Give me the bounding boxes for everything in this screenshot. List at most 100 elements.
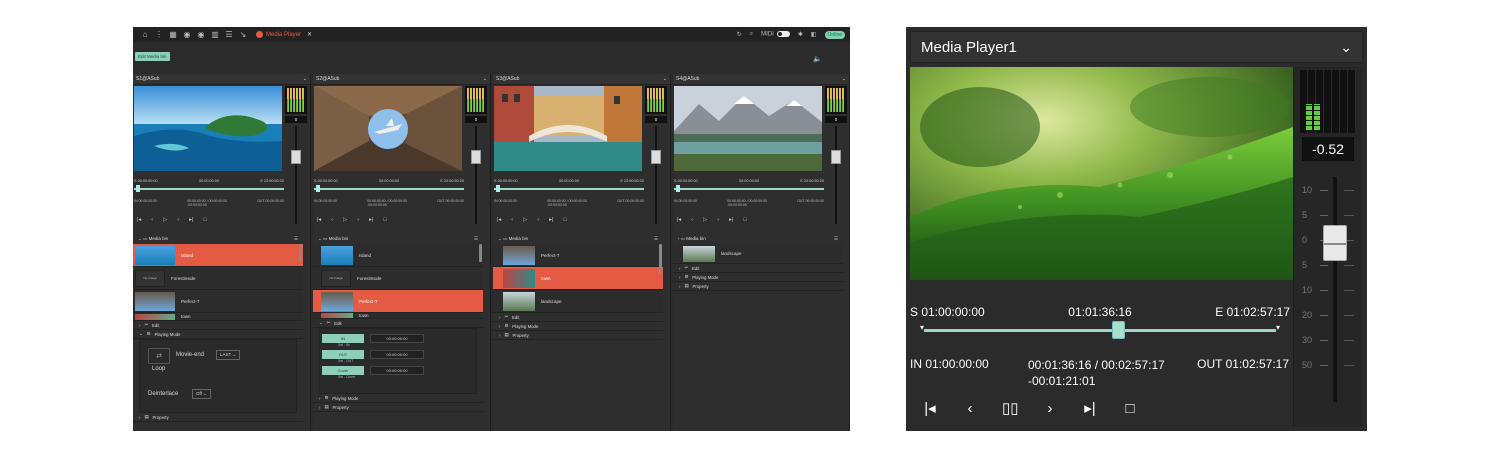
- seek-handle[interactable]: [496, 185, 500, 192]
- list-item[interactable]: Island: [133, 244, 303, 267]
- skip-start-icon[interactable]: |◂: [922, 399, 938, 417]
- step-forward-icon[interactable]: ›: [1042, 400, 1058, 417]
- media-bin-header[interactable]: ⌄ ▭ Media bin ☰: [493, 234, 663, 243]
- seek-slider[interactable]: [314, 185, 464, 192]
- media-bin-header[interactable]: ⌄ ▭ Media bin ☰: [133, 234, 303, 243]
- menu-icon[interactable]: ☰: [294, 236, 298, 242]
- pause-icon[interactable]: ▯▯: [1002, 399, 1019, 417]
- skip-end-icon[interactable]: ▸|: [729, 217, 733, 223]
- skip-end-icon[interactable]: ▸|: [1082, 399, 1098, 417]
- step-back-icon[interactable]: ‹: [962, 400, 978, 417]
- search-icon[interactable]: ⌕: [750, 31, 753, 38]
- list-icon[interactable]: ☰: [222, 27, 236, 42]
- menu-icon[interactable]: ☰: [474, 236, 478, 242]
- close-icon[interactable]: ✕: [307, 31, 312, 38]
- fader-knob[interactable]: [831, 150, 841, 164]
- source-select[interactable]: S3@ASub ⌄: [493, 74, 670, 85]
- list-item[interactable]: Perfect-T: [313, 290, 483, 313]
- list-item[interactable]: No Image Forestinside: [133, 267, 303, 290]
- out-timecode-field[interactable]: 00:00:00:00: [370, 350, 424, 359]
- step-back-icon[interactable]: ‹: [151, 217, 153, 223]
- gear-icon[interactable]: ✱: [798, 31, 803, 38]
- list-item[interactable]: Perfect-T: [493, 244, 663, 267]
- property-section[interactable]: › ▤ Property: [133, 413, 303, 422]
- source-select[interactable]: S2@ASub ⌄: [313, 74, 490, 85]
- playing-mode-section[interactable]: › ⚙ Playing Mode: [313, 394, 483, 403]
- stop-icon[interactable]: □: [743, 217, 746, 223]
- play-icon[interactable]: ▷: [163, 217, 167, 223]
- play-circle-icon-2[interactable]: ◉: [194, 27, 208, 42]
- step-back-icon[interactable]: ‹: [691, 217, 693, 223]
- fader-knob[interactable]: [471, 150, 481, 164]
- property-section[interactable]: › ▤ Property: [673, 282, 843, 291]
- list-item[interactable]: landscape: [673, 244, 843, 264]
- step-forward-icon[interactable]: ›: [537, 217, 539, 223]
- set-out-button[interactable]: OUT: [322, 350, 364, 359]
- edit-section[interactable]: › ✂ Edit: [493, 313, 663, 322]
- seek-slider[interactable]: [134, 185, 284, 192]
- skip-end-icon[interactable]: ▸|: [369, 217, 373, 223]
- movie-end-select[interactable]: LAST ⌄: [216, 350, 241, 360]
- skip-start-icon[interactable]: |◂: [497, 217, 501, 223]
- edit-media-bin-button[interactable]: Edit Media bin: [135, 52, 170, 61]
- playing-mode-section[interactable]: ⌄ ⚙ Playing Mode: [133, 330, 303, 339]
- set-in-button[interactable]: IN: [322, 334, 364, 343]
- list-item[interactable]: Perfect-T: [133, 290, 303, 313]
- step-back-icon[interactable]: ‹: [511, 217, 513, 223]
- deinterlace-select[interactable]: Off ⌄: [192, 389, 211, 399]
- fader-knob[interactable]: [1323, 225, 1347, 261]
- sidebar-icon[interactable]: ◧: [811, 31, 817, 38]
- home-icon[interactable]: ⌂: [138, 27, 152, 42]
- property-section[interactable]: › ▤ Property: [313, 403, 483, 412]
- player-select[interactable]: Media Player1 ⌄: [910, 31, 1363, 63]
- seek-handle[interactable]: [676, 185, 680, 192]
- seek-handle[interactable]: [316, 185, 320, 192]
- edit-section[interactable]: › ✂ Edit: [133, 321, 303, 330]
- stop-icon[interactable]: □: [383, 217, 386, 223]
- source-select[interactable]: S1@ASub ⌄: [133, 74, 310, 85]
- fader-knob[interactable]: [651, 150, 661, 164]
- pointer-icon[interactable]: ↘: [236, 27, 250, 42]
- loop-icon[interactable]: ⇄: [148, 348, 170, 364]
- edit-section[interactable]: ⌄ ✂ Edit: [313, 319, 483, 328]
- scrollbar[interactable]: [479, 244, 482, 262]
- tab-media-player[interactable]: Media Player ✕: [256, 31, 312, 38]
- stop-icon[interactable]: □: [1122, 400, 1138, 417]
- property-section[interactable]: › ▤ Property: [493, 331, 663, 340]
- step-back-icon[interactable]: ‹: [331, 217, 333, 223]
- source-select[interactable]: S4@ASub ⌄: [673, 74, 849, 85]
- step-forward-icon[interactable]: ›: [717, 217, 719, 223]
- skip-start-icon[interactable]: |◂: [137, 217, 141, 223]
- skip-start-icon[interactable]: |◂: [677, 217, 681, 223]
- tree-icon[interactable]: ⋮: [152, 27, 166, 42]
- midi-toggle[interactable]: MIDI: [761, 31, 790, 38]
- seek-slider[interactable]: [494, 185, 644, 192]
- menu-icon[interactable]: ☰: [654, 236, 658, 242]
- play-icon[interactable]: ▷: [523, 217, 527, 223]
- seek-handle[interactable]: [136, 185, 140, 192]
- list-item[interactable]: landscape: [493, 290, 663, 313]
- refresh-icon[interactable]: ↻: [737, 31, 742, 38]
- stop-icon[interactable]: □: [203, 217, 206, 223]
- media-bin-header[interactable]: › ▭ Media bin ☰: [673, 234, 843, 243]
- seek-slider[interactable]: [674, 185, 824, 192]
- in-timecode-field[interactable]: 00:00:00:00: [370, 334, 424, 343]
- cover-timecode-field[interactable]: 00:00:00:00: [370, 366, 424, 375]
- list-item[interactable]: town: [493, 267, 663, 290]
- panel-icon[interactable]: ▥: [208, 27, 222, 42]
- set-cover-button[interactable]: Cover: [322, 366, 364, 375]
- stop-icon[interactable]: □: [563, 217, 566, 223]
- play-icon[interactable]: ▷: [343, 217, 347, 223]
- skip-start-icon[interactable]: |◂: [317, 217, 321, 223]
- play-icon[interactable]: ▷: [703, 217, 707, 223]
- menu-icon[interactable]: ☰: [834, 236, 838, 242]
- list-item[interactable]: Island: [313, 244, 483, 267]
- scrollbar[interactable]: [659, 244, 662, 274]
- step-forward-icon[interactable]: ›: [357, 217, 359, 223]
- play-circle-icon[interactable]: ◉: [180, 27, 194, 42]
- media-bin-header[interactable]: ⌄ ▭ Media bin ☰: [313, 234, 483, 243]
- volume-fader[interactable]: 10 5 0 5 10 20 30 50: [1300, 177, 1360, 417]
- speaker-icon[interactable]: 🔈: [813, 55, 822, 63]
- step-forward-icon[interactable]: ›: [177, 217, 179, 223]
- list-item[interactable]: town: [133, 313, 303, 321]
